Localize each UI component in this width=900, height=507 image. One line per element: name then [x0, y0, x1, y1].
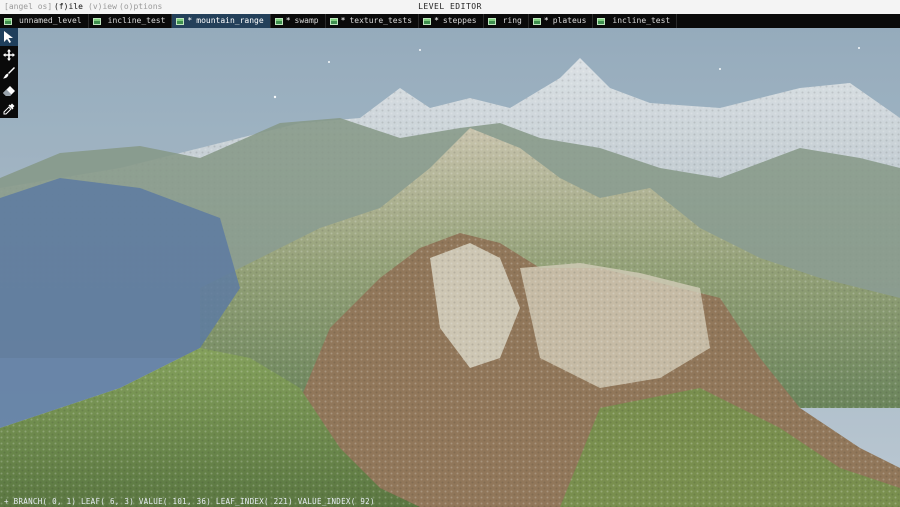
- window-title: LEVEL EDITOR: [418, 2, 482, 11]
- unsaved-marker: *: [187, 16, 193, 25]
- cursor-arrow-icon: [4, 31, 13, 43]
- tab-ring[interactable]: ring: [484, 14, 529, 28]
- tab-label: steppes: [442, 16, 477, 25]
- terrain-icon: [532, 17, 541, 25]
- brush-icon: [3, 67, 15, 79]
- eraser-tool[interactable]: [0, 82, 18, 100]
- tab-mountain-range[interactable]: * mountain_range: [172, 14, 271, 28]
- tab-label: incline_test: [612, 16, 671, 25]
- terrain-icon: [423, 17, 432, 25]
- move-cross-icon: [3, 49, 15, 61]
- terrain-icon: [92, 17, 101, 25]
- tab-swamp[interactable]: * swamp: [271, 14, 326, 28]
- tab-label: ring: [502, 16, 522, 25]
- eyedropper-tool[interactable]: [0, 100, 18, 118]
- terrain-render: [0, 28, 900, 507]
- eyedropper-icon: [3, 103, 15, 115]
- tab-texture-tests[interactable]: * texture_tests: [326, 14, 420, 28]
- terrain-icon: [176, 17, 185, 25]
- tab-label: incline_test: [107, 16, 166, 25]
- terrain-icon: [274, 17, 283, 25]
- brush-tool[interactable]: [0, 64, 18, 82]
- tab-unnamed-level[interactable]: unnamed_level: [0, 14, 89, 28]
- terrain-viewport[interactable]: [0, 28, 900, 507]
- select-tool[interactable]: [0, 28, 18, 46]
- tab-steppes[interactable]: * steppes: [419, 14, 484, 28]
- tool-palette: [0, 28, 18, 118]
- tab-incline-test-2[interactable]: incline_test: [593, 14, 678, 28]
- tab-label: mountain_range: [196, 16, 264, 25]
- unsaved-marker: *: [340, 16, 346, 25]
- move-tool[interactable]: [0, 46, 18, 64]
- terrain-icon: [487, 17, 496, 25]
- tab-plateus[interactable]: * plateus: [529, 14, 594, 28]
- terrain-icon: [329, 17, 338, 25]
- level-tab-bar: unnamed_level incline_test * mountain_ra…: [0, 14, 900, 28]
- terrain-icon: [597, 17, 606, 25]
- menu-bar: [angel os] (f)ile (v)iew (o)ptions LEVEL…: [0, 0, 900, 14]
- tab-label: unnamed_level: [19, 16, 82, 25]
- cursor-status-readout: + BRANCH( 0, 1) LEAF( 6, 3) VALUE( 101, …: [4, 497, 375, 506]
- terrain-icon: [4, 17, 12, 25]
- unsaved-marker: *: [434, 16, 439, 25]
- tab-label: swamp: [294, 16, 319, 25]
- eraser-icon: [3, 86, 15, 96]
- unsaved-marker: *: [543, 16, 549, 25]
- tab-label: texture_tests: [349, 16, 413, 25]
- unsaved-marker: *: [285, 16, 291, 25]
- tab-incline-test[interactable]: incline_test: [89, 14, 173, 28]
- tab-label: plateus: [552, 16, 587, 25]
